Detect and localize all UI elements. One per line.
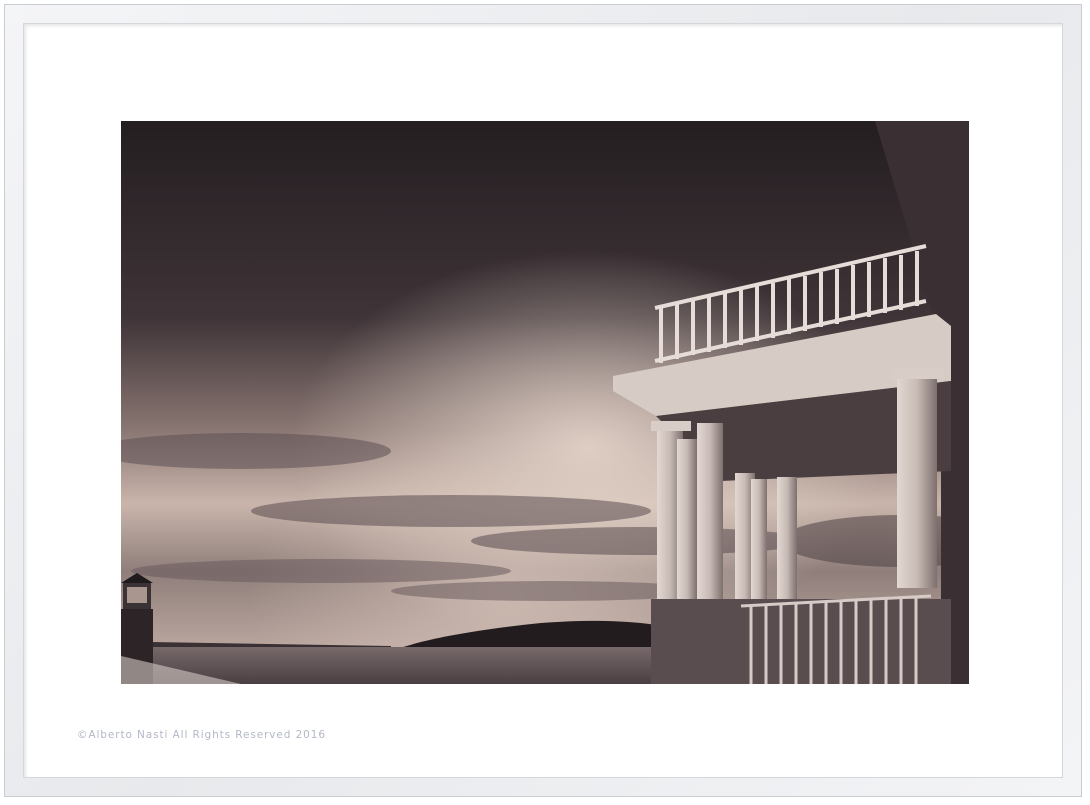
storm-porch-image: [121, 121, 969, 684]
porch-base: [651, 599, 951, 684]
copyright-caption: ©Alberto Nasti All Rights Reserved 2016: [77, 729, 326, 741]
photograph: [121, 121, 969, 684]
